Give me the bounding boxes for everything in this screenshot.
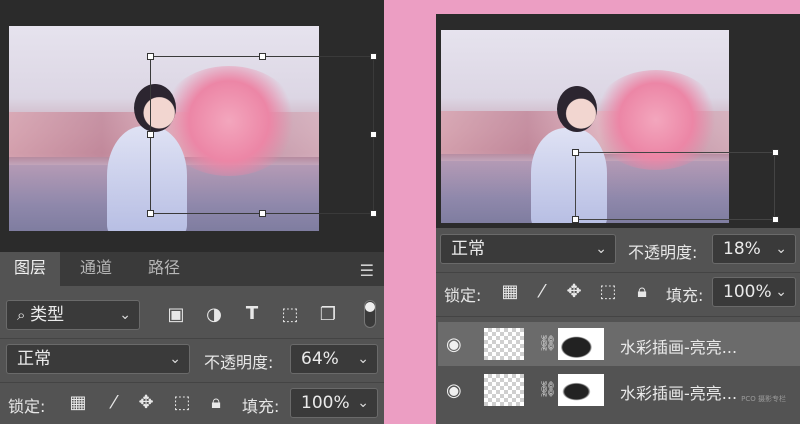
layer-thumbnail[interactable] bbox=[484, 328, 524, 360]
lock-paint-icon[interactable]: ⁄ bbox=[102, 392, 126, 413]
transform-handle[interactable] bbox=[772, 216, 779, 223]
chevron-down-icon[interactable]: ⌄ bbox=[775, 235, 787, 263]
link-icon[interactable]: ⛓ bbox=[538, 380, 557, 398]
transform-handle[interactable] bbox=[259, 210, 266, 217]
panel-tab-bar: 图层 通道 路径 ☰ bbox=[0, 252, 384, 286]
transform-handle[interactable] bbox=[147, 131, 154, 138]
lock-transparent-icon[interactable]: ▦ bbox=[66, 392, 90, 413]
fill-label: 填充: bbox=[666, 286, 704, 305]
lock-label: 锁定: bbox=[8, 397, 46, 416]
blend-mode-value: 正常 bbox=[451, 239, 485, 259]
opacity-value: 64% bbox=[301, 349, 339, 369]
opacity-input[interactable]: 18% ⌄ bbox=[712, 234, 796, 264]
figure-head bbox=[557, 86, 597, 132]
type-filter-icon[interactable]: T bbox=[240, 303, 264, 324]
transform-handle[interactable] bbox=[147, 210, 154, 217]
transform-box-right[interactable] bbox=[575, 152, 775, 220]
lock-transparent-icon[interactable]: ▦ bbox=[498, 281, 522, 302]
lock-artboard-icon[interactable]: ⬚ bbox=[170, 392, 194, 413]
transform-handle[interactable] bbox=[370, 131, 377, 138]
separator bbox=[0, 338, 384, 339]
eye-icon[interactable]: ◉ bbox=[446, 334, 462, 355]
chevron-down-icon: ⌄ bbox=[119, 307, 131, 323]
opacity-value: 18% bbox=[723, 239, 761, 259]
shape-filter-icon[interactable]: ⬚ bbox=[278, 304, 302, 325]
lock-position-icon[interactable]: ✥ bbox=[562, 281, 586, 302]
layer-mask-thumbnail[interactable] bbox=[558, 374, 604, 406]
tab-channels[interactable]: 通道 bbox=[66, 252, 126, 286]
smart-object-filter-icon[interactable]: ❐ bbox=[316, 304, 340, 325]
lock-all-icon[interactable]: 🔒︎ bbox=[204, 392, 228, 413]
layer-mask-thumbnail[interactable] bbox=[558, 328, 604, 360]
blend-mode-dropdown[interactable]: 正常 ⌄ bbox=[440, 234, 616, 264]
lock-label: 锁定: bbox=[444, 286, 482, 305]
watermark: PCO 摄影专栏 bbox=[741, 395, 786, 403]
transform-handle[interactable] bbox=[772, 149, 779, 156]
opacity-label: 不透明度: bbox=[628, 243, 698, 262]
chevron-down-icon[interactable]: ⌄ bbox=[775, 278, 787, 306]
separator bbox=[0, 382, 384, 383]
transform-handle[interactable] bbox=[259, 53, 266, 60]
layer-row[interactable]: ◉ ⛓ 水彩插画-亮亮... bbox=[438, 322, 800, 366]
search-icon: ⌕ bbox=[17, 306, 31, 324]
filter-type-label: 类型 bbox=[30, 305, 65, 325]
chevron-down-icon[interactable]: ⌄ bbox=[357, 389, 369, 417]
fill-input[interactable]: 100% ⌄ bbox=[712, 277, 796, 307]
blend-mode-dropdown[interactable]: 正常 ⌄ bbox=[6, 344, 190, 374]
separator bbox=[436, 272, 800, 273]
panel-menu-icon[interactable]: ☰ bbox=[360, 261, 374, 280]
lock-artboard-icon[interactable]: ⬚ bbox=[596, 281, 620, 302]
layer-thumbnail[interactable] bbox=[484, 374, 524, 406]
transform-handle[interactable] bbox=[370, 53, 377, 60]
transform-box-left[interactable] bbox=[150, 56, 374, 214]
adjustment-filter-icon[interactable]: ◑ bbox=[202, 304, 226, 325]
filter-toggle[interactable] bbox=[364, 300, 376, 328]
fill-value: 100% bbox=[301, 393, 350, 413]
transform-handle[interactable] bbox=[572, 216, 579, 223]
tab-paths[interactable]: 路径 bbox=[134, 252, 194, 286]
opacity-input[interactable]: 64% ⌄ bbox=[290, 344, 378, 374]
transform-handle[interactable] bbox=[370, 210, 377, 217]
image-filter-icon[interactable]: ▣ bbox=[164, 304, 188, 325]
chevron-down-icon: ⌄ bbox=[595, 241, 607, 257]
fill-label: 填充: bbox=[242, 397, 280, 416]
eye-icon[interactable]: ◉ bbox=[446, 380, 462, 401]
layer-name[interactable]: 水彩插画-亮亮... bbox=[620, 380, 737, 404]
link-icon[interactable]: ⛓ bbox=[538, 334, 557, 352]
filter-type-dropdown[interactable]: ⌕ 类型 ⌄ bbox=[6, 300, 140, 330]
opacity-label: 不透明度: bbox=[204, 353, 274, 372]
filter-toggle-knob bbox=[365, 302, 375, 312]
tab-layers[interactable]: 图层 bbox=[0, 252, 61, 286]
layer-name[interactable]: 水彩插画-亮亮... bbox=[620, 334, 737, 358]
chevron-down-icon: ⌄ bbox=[169, 351, 181, 367]
fill-value: 100% bbox=[723, 282, 772, 302]
separator bbox=[436, 316, 800, 317]
blend-mode-value: 正常 bbox=[17, 349, 51, 369]
lock-position-icon[interactable]: ✥ bbox=[134, 392, 158, 413]
lock-paint-icon[interactable]: ⁄ bbox=[530, 281, 554, 302]
fill-input[interactable]: 100% ⌄ bbox=[290, 388, 378, 418]
lock-all-icon[interactable]: 🔒︎ bbox=[630, 281, 654, 302]
transform-handle[interactable] bbox=[147, 53, 154, 60]
layer-row[interactable]: ◉ ⛓ 水彩插画-亮亮... bbox=[438, 368, 800, 412]
transform-handle[interactable] bbox=[572, 149, 579, 156]
chevron-down-icon[interactable]: ⌄ bbox=[357, 345, 369, 373]
